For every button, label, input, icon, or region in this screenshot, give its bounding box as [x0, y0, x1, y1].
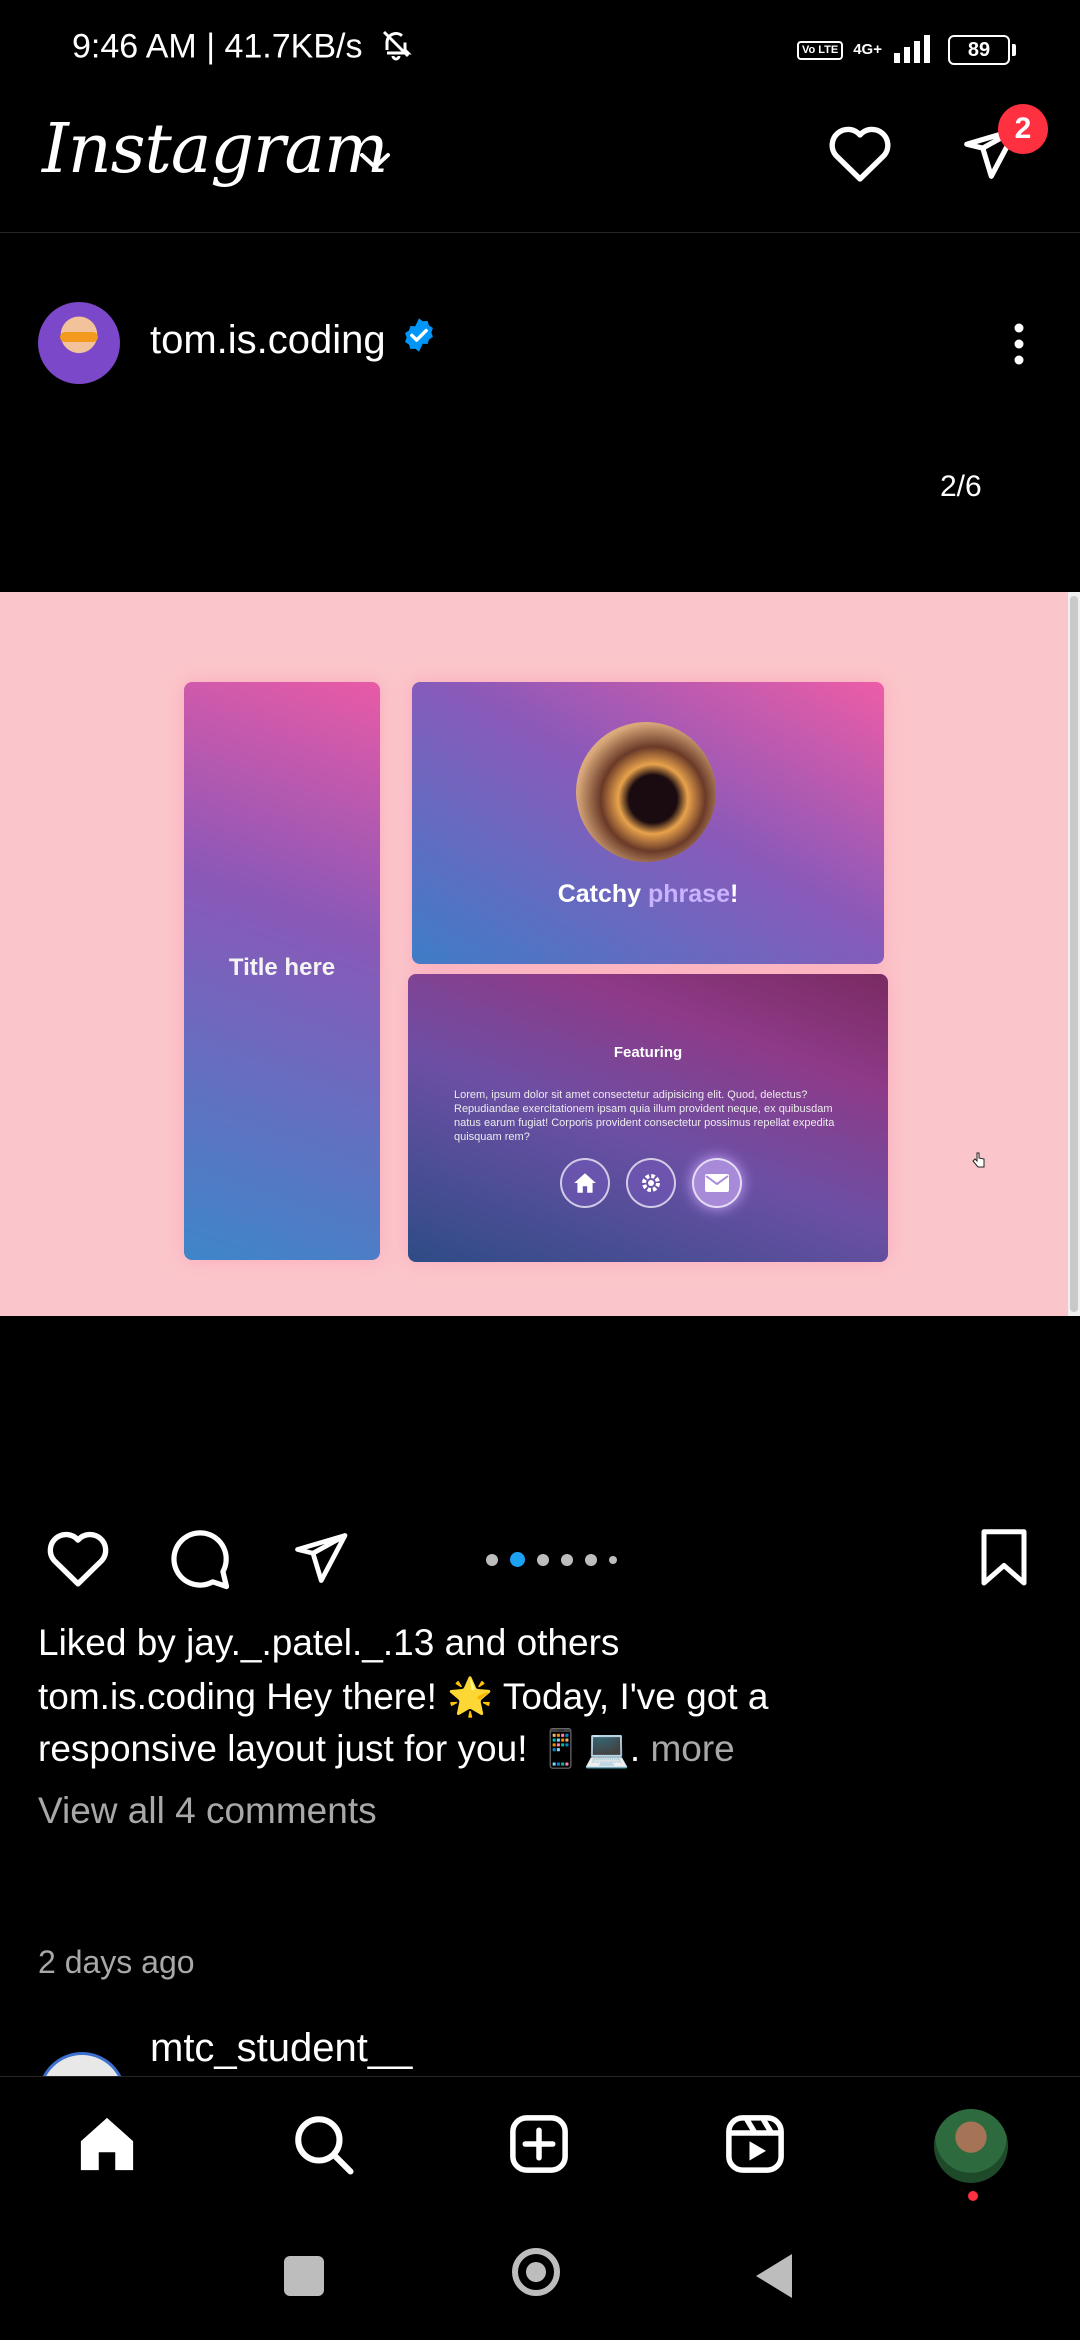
post-username[interactable]: tom.is.coding: [150, 318, 386, 363]
post-image[interactable]: Title here Catchy phrase! Featuring Lore…: [0, 592, 1080, 1316]
caption-line-2-text: responsive layout just for you! 📱💻.: [38, 1728, 641, 1769]
status-time-speed: 9:46 AM | 41.7KB/s: [72, 27, 363, 66]
signal-icon: [892, 33, 938, 68]
slide-counter: 2/6: [940, 470, 982, 503]
battery-icon: 89: [948, 35, 1016, 65]
nav-search-icon[interactable]: [290, 2111, 356, 2182]
post-timestamp: 2 days ago: [38, 1944, 195, 1980]
featuring-card: Featuring Lorem, ipsum dolor sit amet co…: [408, 974, 985, 1262]
view-all-comments-link[interactable]: View all 4 comments: [38, 1790, 377, 1832]
caption-more-link[interactable]: more: [640, 1728, 734, 1769]
nav-reels-icon[interactable]: [722, 2111, 788, 2182]
carousel-indicator: [486, 1552, 617, 1567]
caption-line-2: responsive layout just for you! 📱💻. more: [38, 1728, 735, 1771]
post-action-row: [0, 1518, 1080, 1598]
card-icon-row: [560, 1158, 742, 1208]
home-icon: [560, 1158, 610, 1208]
nav-home-icon[interactable]: [74, 2111, 140, 2182]
title-card-text: Title here: [228, 954, 336, 981]
app-header: Instagram 2: [0, 100, 1080, 233]
save-bookmark-icon[interactable]: [978, 1528, 1030, 1593]
notifications-heart-icon[interactable]: [826, 120, 894, 189]
more-options-icon[interactable]: [1006, 320, 1032, 373]
title-card: Title here: [184, 682, 380, 1260]
network-type: 4G+: [853, 41, 882, 58]
catchy-card: Catchy phrase!: [412, 682, 884, 964]
volte-icon: Vo LTE: [796, 40, 844, 60]
catchy-phrase: Catchy phrase!: [412, 880, 884, 909]
carousel-dot: [537, 1553, 549, 1566]
nav-create-post-icon[interactable]: [506, 2111, 572, 2182]
recents-button[interactable]: [284, 2256, 324, 2296]
liked-by-text[interactable]: Liked by jay._.patel._.13 and others: [38, 1622, 619, 1664]
bell-muted-icon: [378, 26, 414, 71]
post-author-avatar[interactable]: [38, 302, 120, 384]
lorem-text: Lorem, ipsum dolor sit amet consectetur …: [454, 1089, 835, 1143]
catchy-suffix: !: [729, 880, 739, 908]
instagram-logo[interactable]: Instagram: [42, 110, 388, 189]
carousel-dot: [561, 1553, 573, 1566]
system-navigation-bar: [0, 2212, 1080, 2340]
image-scrollbar-thumb: [1070, 596, 1078, 1312]
catchy-prefix: Catchy: [557, 880, 648, 908]
avatar-glasses: [60, 332, 98, 342]
carousel-dot: [510, 1552, 525, 1567]
status-bar: 9:46 AM | 41.7KB/s Vo LTE 4G+ 89: [0, 0, 1080, 96]
battery-level: 89: [967, 38, 991, 61]
nav-profile-avatar[interactable]: [934, 2109, 1008, 2183]
mail-icon: [692, 1158, 742, 1208]
featuring-heading: Featuring: [613, 1044, 683, 1061]
carousel-dot: [609, 1555, 617, 1564]
next-post-username[interactable]: mtc_student__: [150, 2026, 412, 2071]
carousel-dot: [585, 1553, 597, 1566]
back-button[interactable]: [754, 2252, 794, 2305]
orb-image: [576, 722, 716, 862]
carousel-dot: [486, 1553, 498, 1566]
bottom-navigation: [0, 2076, 1080, 2213]
verified-badge-icon: [400, 316, 438, 364]
gear-icon: [626, 1158, 676, 1208]
caption-line-1: tom.is.coding Hey there! 🌟 Today, I've g…: [38, 1676, 769, 1717]
dm-badge: 2: [998, 104, 1048, 154]
hand-cursor-icon: [972, 1152, 986, 1173]
like-heart-icon[interactable]: [44, 1526, 112, 1593]
catchy-highlight: phrase: [648, 880, 730, 908]
comment-bubble-icon[interactable]: [166, 1526, 232, 1597]
profile-notification-dot: [968, 2191, 978, 2201]
image-scrollbar: [1068, 592, 1080, 1316]
share-send-icon[interactable]: [288, 1528, 352, 1593]
chevron-down-icon[interactable]: [358, 150, 392, 177]
home-button[interactable]: [512, 2248, 560, 2296]
